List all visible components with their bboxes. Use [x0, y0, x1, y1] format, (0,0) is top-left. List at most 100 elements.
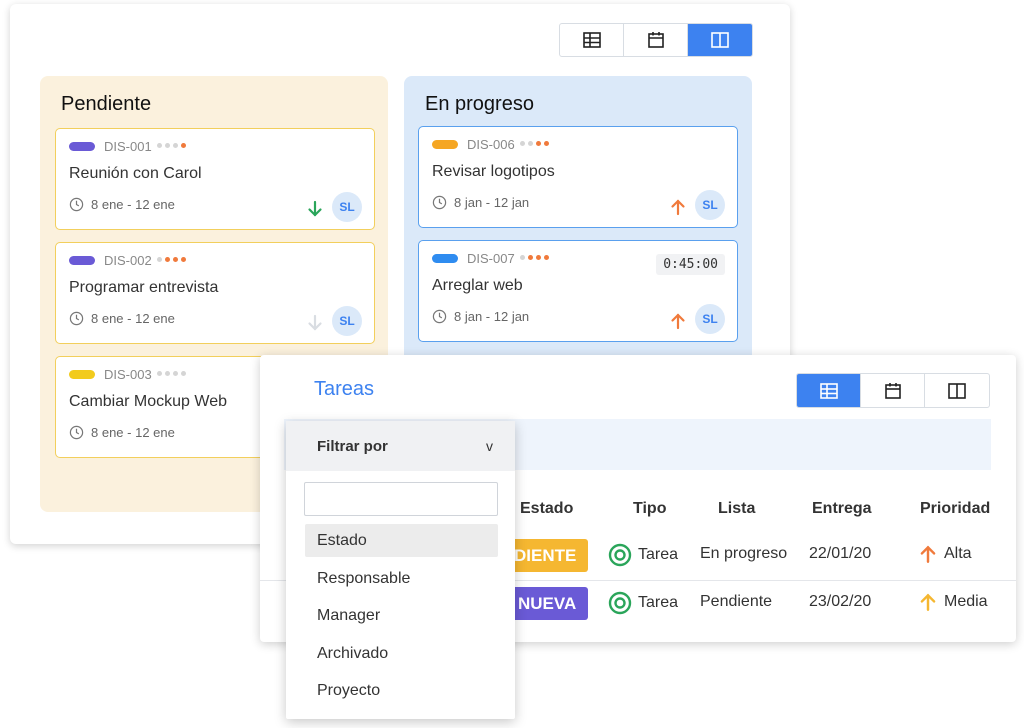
column-en-progreso: En progreso DIS-006 Revisar logotipos 8 … [404, 76, 752, 366]
column-header-prioridad[interactable]: Prioridad [920, 500, 990, 518]
list-cell: Pendiente [700, 593, 773, 610]
task-code: DIS-007 [467, 251, 515, 266]
progress-dots [157, 257, 186, 262]
type-cell: Tarea [608, 543, 678, 567]
type-cell: Tarea [608, 591, 678, 615]
target-icon [608, 591, 632, 615]
avatar[interactable]: SL [695, 304, 725, 334]
due-date-cell: 22/01/20 [809, 545, 872, 562]
column-title: Pendiente [61, 93, 152, 115]
priority-text: Media [944, 593, 988, 610]
column-title: En progreso [425, 93, 534, 115]
list-cell: En progreso [700, 545, 788, 562]
due-date-cell: 23/02/20 [809, 593, 872, 610]
label-tag [432, 254, 458, 263]
task-date-text: 8 ene - 12 ene [91, 197, 175, 212]
filter-option-responsable[interactable]: Responsable [305, 562, 498, 595]
task-date: 8 ene - 12 ene [69, 197, 175, 212]
priority-up-icon [671, 313, 685, 330]
task-card[interactable]: DIS-006 Revisar logotipos 8 jan - 12 jan… [418, 126, 738, 228]
clock-icon [432, 195, 447, 210]
filter-label: Filtrar por [317, 437, 388, 455]
task-date: 8 jan - 12 jan [432, 309, 529, 324]
board-view-button[interactable] [688, 24, 752, 56]
avatar[interactable]: SL [695, 190, 725, 220]
priority-text: Alta [944, 545, 972, 562]
avatar[interactable]: SL [332, 306, 362, 336]
label-tag [69, 370, 95, 379]
task-date-text: 8 jan - 12 jan [454, 309, 530, 324]
task-code: DIS-006 [467, 137, 515, 152]
status-badge[interactable]: DIENTE [508, 539, 589, 572]
clock-icon [69, 197, 84, 212]
table-view-button[interactable] [560, 24, 624, 56]
board-view-icon [711, 32, 729, 48]
task-title: Reunión con Carol [69, 165, 202, 182]
status-badge-text: DIENTE [514, 545, 577, 565]
column-header-tipo[interactable]: Tipo [633, 500, 666, 518]
task-date-text: 8 jan - 12 jan [454, 195, 530, 210]
task-card[interactable]: DIS-007 0:45:00 Arreglar web 8 jan - 12 … [418, 240, 738, 342]
task-code: DIS-002 [104, 253, 152, 268]
column-header-entrega[interactable]: Entrega [812, 500, 872, 518]
board-view-icon [948, 382, 966, 399]
priority-cell: Alta [918, 544, 972, 564]
table-view-icon [819, 382, 838, 399]
avatar[interactable]: SL [332, 192, 362, 222]
filter-option-manager[interactable]: Manager [305, 599, 498, 632]
label-tag [432, 140, 458, 149]
chevron-down-icon: v [486, 438, 493, 454]
page-title: Tareas [314, 378, 375, 400]
task-date-text: 8 ene - 12 ene [91, 425, 175, 440]
filter-search-input[interactable] [304, 482, 498, 516]
priority-down-icon [308, 200, 322, 217]
time-tracker[interactable]: 0:45:00 [656, 254, 725, 275]
task-date-text: 8 ene - 12 ene [91, 311, 175, 326]
task-date: 8 ene - 12 ene [69, 425, 175, 440]
priority-up-icon [671, 199, 685, 216]
task-code: DIS-003 [104, 367, 152, 382]
clock-icon [432, 309, 447, 324]
filter-dropdown-toggle[interactable]: Filtrar por v [286, 421, 515, 471]
table-view-button[interactable] [797, 374, 861, 407]
filter-option-estado[interactable]: Estado [305, 524, 498, 557]
type-text: Tarea [638, 594, 679, 611]
label-tag [69, 142, 95, 151]
task-title: Arreglar web [432, 277, 523, 294]
column-header-lista[interactable]: Lista [718, 500, 755, 518]
filter-option-proyecto[interactable]: Proyecto [305, 674, 498, 707]
priority-up-icon [920, 545, 936, 563]
calendar-view-button[interactable] [624, 24, 688, 56]
task-title: Cambiar Mockup Web [69, 393, 227, 410]
board-view-button[interactable] [925, 374, 989, 407]
progress-dots [157, 143, 186, 148]
priority-cell: Media [918, 592, 988, 612]
task-card[interactable]: DIS-001 Reunión con Carol 8 ene - 12 ene… [55, 128, 375, 230]
clock-icon [69, 311, 84, 326]
task-date: 8 ene - 12 ene [69, 311, 175, 326]
task-title: Programar entrevista [69, 279, 219, 296]
task-code: DIS-001 [104, 139, 152, 154]
task-date: 8 jan - 12 jan [432, 195, 529, 210]
status-badge[interactable]: NUEVA [508, 587, 589, 620]
priority-up-icon [920, 593, 936, 611]
calendar-icon [884, 382, 901, 399]
column-header-estado[interactable]: Estado [520, 500, 573, 518]
label-tag [69, 256, 95, 265]
progress-dots [520, 141, 549, 146]
type-text: Tarea [638, 546, 679, 563]
calendar-icon [647, 32, 664, 48]
status-badge-text: NUEVA [518, 593, 577, 613]
filter-dropdown: Filtrar por v Estado Responsable Manager… [286, 421, 515, 719]
filter-option-archivado[interactable]: Archivado [305, 637, 498, 670]
clock-icon [69, 425, 84, 440]
task-title: Revisar logotipos [432, 163, 555, 180]
kanban-view-switch [559, 23, 753, 57]
progress-dots [157, 371, 186, 376]
target-icon [608, 543, 632, 567]
priority-down-icon [308, 314, 322, 331]
task-card[interactable]: DIS-002 Programar entrevista 8 ene - 12 … [55, 242, 375, 344]
progress-dots [520, 255, 549, 260]
table-view-switch [796, 373, 990, 408]
calendar-view-button[interactable] [861, 374, 925, 407]
